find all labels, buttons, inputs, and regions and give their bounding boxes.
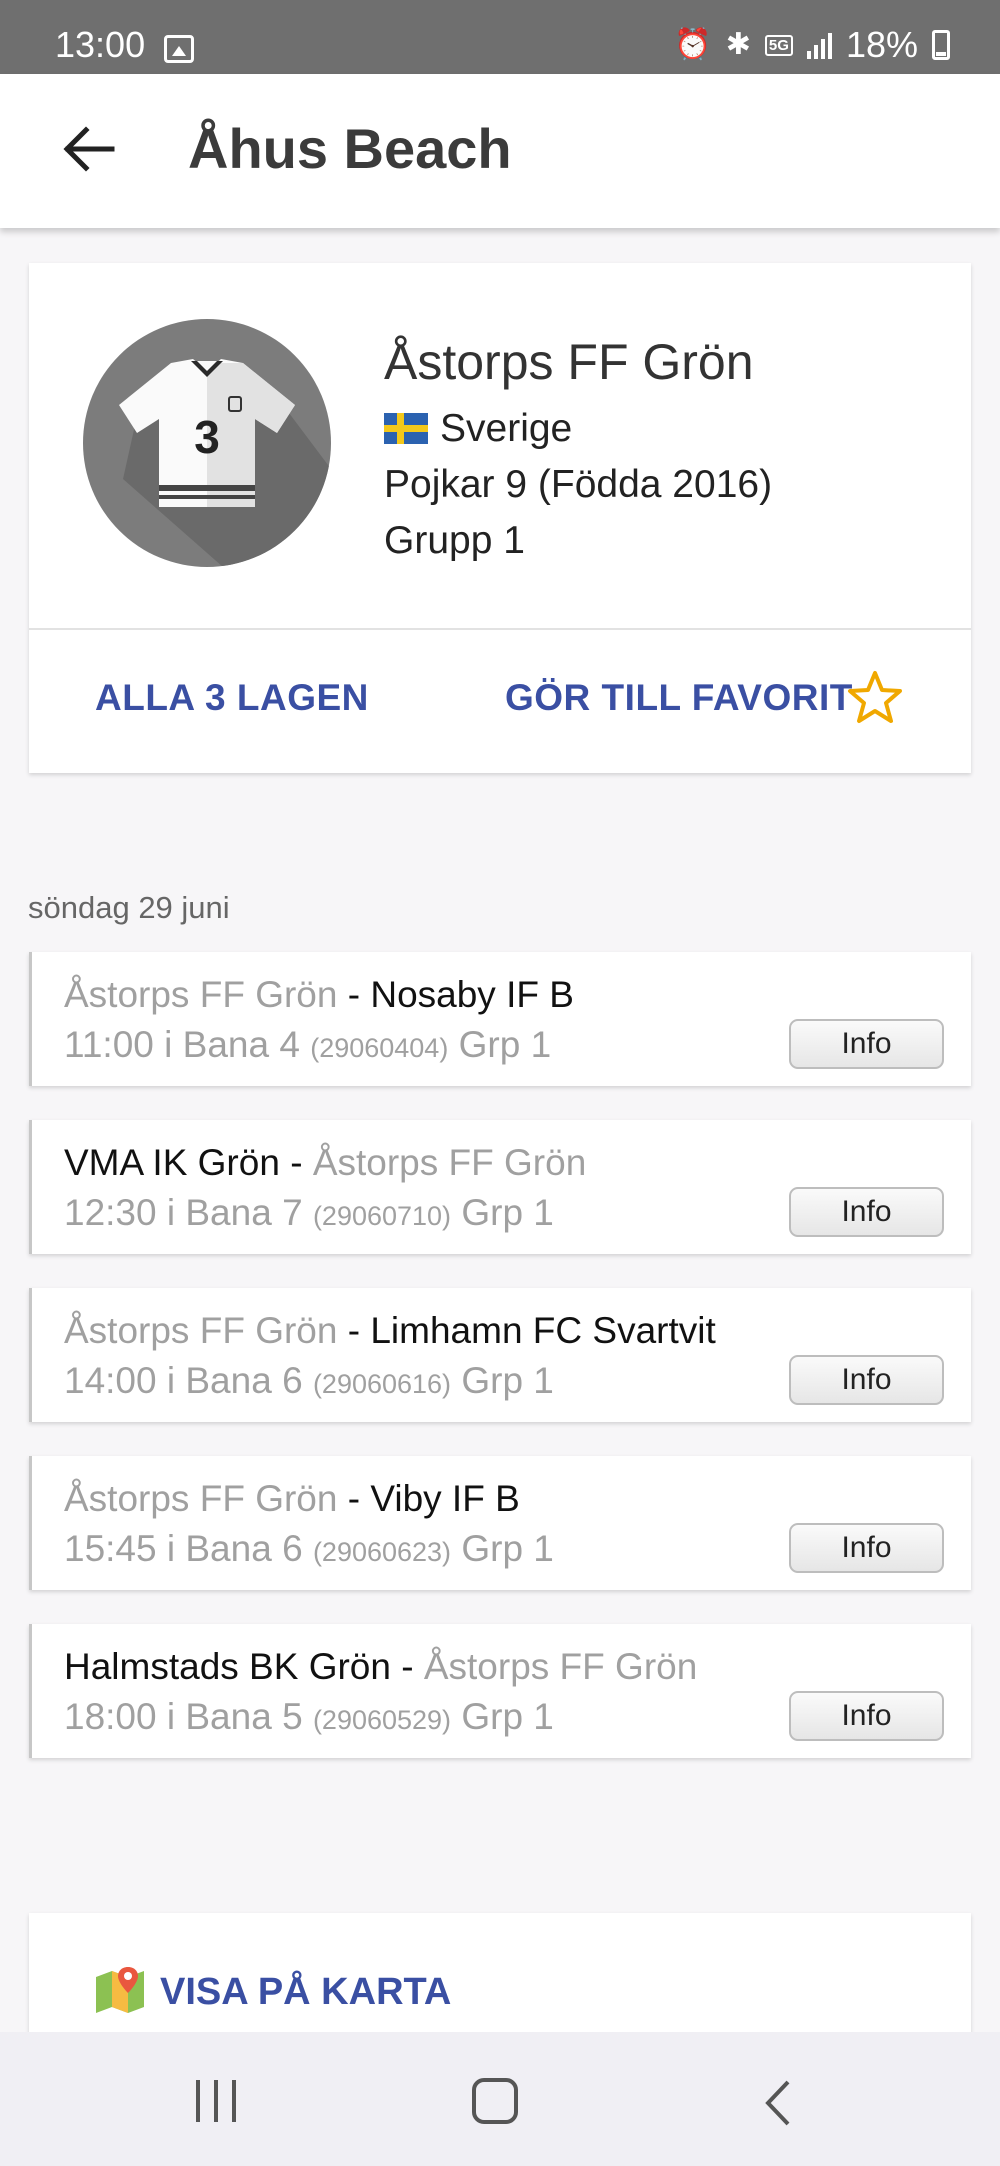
match-teams: VMA IK Grön - Åstorps FF Grön: [64, 1142, 587, 1183]
match-card[interactable]: VMA IK Grön - Åstorps FF Grön 12:30 i Ba…: [29, 1120, 971, 1254]
date-header: söndag 29 juni: [28, 890, 230, 925]
home-team: Åstorps FF Grön: [64, 974, 338, 1015]
info-button[interactable]: Info: [789, 1187, 944, 1237]
match-details: 18:00 i Bana 5 (29060529) Grp 1: [64, 1696, 554, 1737]
app-bar: Åhus Beach: [0, 74, 1000, 228]
page-title: Åhus Beach: [188, 117, 512, 180]
match-teams: Åstorps FF Grön - Viby IF B: [64, 1478, 520, 1519]
jersey-icon: 3: [119, 359, 331, 567]
match-field: Bana 5: [185, 1696, 303, 1737]
match-card[interactable]: Åstorps FF Grön - Viby IF B 15:45 i Bana…: [29, 1456, 971, 1590]
team-division: Pojkar 9 (Födda 2016): [384, 463, 773, 506]
home-team: Åstorps FF Grön: [64, 1478, 338, 1519]
bluetooth-icon: ✱: [725, 28, 751, 61]
match-time: 14:00: [64, 1360, 157, 1401]
match-time: 12:30: [64, 1192, 157, 1233]
back-icon[interactable]: [760, 2078, 796, 2128]
match-details: 15:45 i Bana 6 (29060623) Grp 1: [64, 1528, 554, 1569]
match-details: 14:00 i Bana 6 (29060616) Grp 1: [64, 1360, 554, 1401]
home-team: Halmstads BK Grön: [64, 1646, 391, 1687]
match-time: 15:45: [64, 1528, 157, 1569]
status-time: 13:00: [55, 24, 146, 65]
jersey-avatar: 3: [83, 319, 331, 567]
home-team: VMA IK Grön: [64, 1142, 280, 1183]
match-group: Grp 1: [461, 1696, 554, 1737]
star-outline-icon[interactable]: [846, 669, 904, 727]
match-time: 11:00: [64, 1024, 154, 1065]
info-button[interactable]: Info: [789, 1691, 944, 1741]
info-button[interactable]: Info: [789, 1355, 944, 1405]
away-team: Åstorps FF Grön: [312, 1142, 587, 1183]
match-code: (29060616): [312, 1369, 452, 1399]
team-group: Grupp 1: [384, 519, 525, 562]
match-code: (29060710): [312, 1201, 452, 1231]
match-group: Grp 1: [461, 1360, 554, 1401]
country-label: Sverige: [440, 407, 573, 450]
alarm-icon: ⏰: [674, 28, 712, 61]
arrow-left-icon[interactable]: [60, 124, 116, 174]
match-code: (29060529): [312, 1705, 452, 1735]
match-card[interactable]: Åstorps FF Grön - Limhamn FC Svartvit 14…: [29, 1288, 971, 1422]
home-icon[interactable]: [472, 2078, 518, 2124]
team-card: 3 Åstorps FF Grön Sverige Pojkar 9 (Född…: [29, 263, 971, 773]
match-field: Bana 7: [185, 1192, 303, 1233]
match-card[interactable]: Halmstads BK Grön - Åstorps FF Grön 18:0…: [29, 1624, 971, 1758]
match-field: Bana 4: [182, 1024, 300, 1065]
5g-icon: 5G: [764, 34, 793, 56]
match-field: Bana 6: [185, 1528, 303, 1569]
match-group: Grp 1: [461, 1192, 554, 1233]
all-teams-button[interactable]: ALLA 3 LAGEN: [95, 677, 369, 719]
status-icons: ⏰ ✱ 5G 18%: [674, 24, 950, 66]
team-name: Åstorps FF Grön: [384, 334, 754, 390]
gallery-icon: [164, 35, 194, 63]
match-field: Bana 6: [185, 1360, 303, 1401]
battery-percent: 18%: [845, 24, 918, 65]
away-team: Nosaby IF B: [370, 974, 574, 1015]
show-on-map-button[interactable]: VISA PÅ KARTA: [160, 1971, 451, 2014]
match-details: 11:00 i Bana 4 (29060404) Grp 1: [64, 1024, 552, 1065]
match-card[interactable]: Åstorps FF Grön - Nosaby IF B 11:00 i Ba…: [29, 952, 971, 1086]
info-button[interactable]: Info: [789, 1019, 944, 1069]
signal-icon: [806, 31, 832, 59]
match-details: 12:30 i Bana 7 (29060710) Grp 1: [64, 1192, 554, 1233]
match-teams: Åstorps FF Grön - Limhamn FC Svartvit: [64, 1310, 716, 1351]
away-team: Limhamn FC Svartvit: [370, 1310, 716, 1351]
battery-icon: [932, 30, 950, 60]
navigation-bar: [0, 2032, 1000, 2166]
match-teams: Halmstads BK Grön - Åstorps FF Grön: [64, 1646, 698, 1687]
match-teams: Åstorps FF Grön - Nosaby IF B: [64, 974, 574, 1015]
match-group: Grp 1: [461, 1528, 554, 1569]
map-icon: [96, 1967, 144, 2013]
away-team: Viby IF B: [370, 1478, 520, 1519]
match-code: (29060404): [310, 1033, 449, 1063]
match-code: (29060623): [312, 1537, 452, 1567]
home-team: Åstorps FF Grön: [64, 1310, 338, 1351]
team-country: Sverige: [384, 407, 572, 451]
match-time: 18:00: [64, 1696, 157, 1737]
status-bar: 13:00 ⏰ ✱ 5G 18%: [0, 0, 1000, 74]
sweden-flag-icon: [384, 413, 428, 444]
match-group: Grp 1: [458, 1024, 552, 1065]
recents-icon[interactable]: [196, 2080, 236, 2122]
jersey-number: 3: [194, 411, 220, 463]
favorite-button[interactable]: GÖR TILL FAVORIT: [505, 677, 853, 719]
card-divider: [29, 628, 971, 630]
info-button[interactable]: Info: [789, 1523, 944, 1573]
away-team: Åstorps FF Grön: [423, 1646, 698, 1687]
